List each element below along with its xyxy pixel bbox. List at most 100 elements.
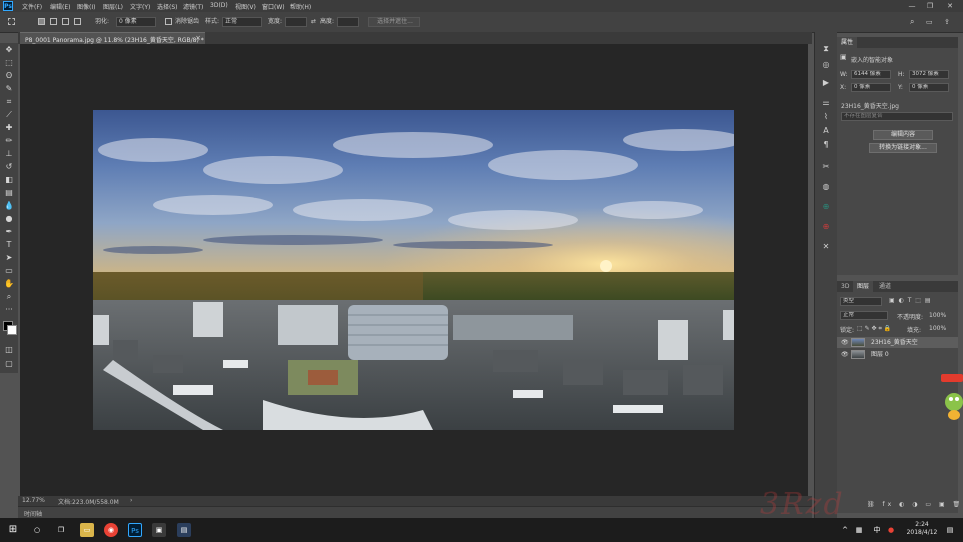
layer-comp-select[interactable]: 不存在图层复合	[841, 112, 953, 121]
notification-center-icon[interactable]: ▤	[944, 523, 956, 537]
close-icon[interactable]: ✕	[943, 1, 957, 11]
menu-layer[interactable]: 图层(L)	[103, 2, 123, 11]
status-menu-arrow-icon[interactable]: ›	[130, 497, 132, 504]
tab-3d[interactable]: 3D	[837, 281, 853, 292]
file-explorer-icon[interactable]: ▭	[80, 523, 94, 537]
menu-edit[interactable]: 编辑(E)	[50, 2, 70, 11]
tray-network-icon[interactable]: ▦	[854, 523, 864, 537]
menu-filter[interactable]: 滤镜(T)	[183, 2, 203, 11]
zoom-level[interactable]: 12.77%	[22, 497, 45, 504]
style-select[interactable]: 正常	[222, 17, 262, 27]
quick-mask-icon[interactable]: ◫	[4, 345, 14, 355]
swap-icon[interactable]: ⇄	[311, 17, 316, 27]
quick-select-tool-icon[interactable]: ✎	[4, 84, 14, 94]
photoshop-logo-icon[interactable]: Ps	[3, 1, 13, 11]
width-input[interactable]	[285, 17, 307, 27]
move-tool-icon[interactable]: ✥	[4, 45, 14, 55]
photoshop-taskbar-icon[interactable]: Ps	[128, 523, 142, 537]
pen-tool-icon[interactable]: ✒	[4, 227, 14, 237]
tray-chevron-icon[interactable]: ^	[840, 523, 850, 537]
brush-tool-icon[interactable]: ✏	[4, 136, 14, 146]
new-selection-icon[interactable]	[38, 18, 45, 25]
layer-kind-filter[interactable]: 类型	[840, 297, 882, 306]
ime-indicator[interactable]: 中	[872, 523, 882, 537]
fill-value[interactable]: 100%	[929, 325, 946, 332]
paragraph-panel-icon[interactable]: ¶	[821, 140, 831, 150]
more-tools-icon[interactable]: ···	[4, 305, 14, 315]
lasso-tool-icon[interactable]: ʘ	[4, 71, 14, 81]
layer-filter-icons[interactable]: ▣ ◐ T ⬚ ▤	[889, 297, 932, 304]
history-panel-icon[interactable]: ⧗	[821, 44, 831, 54]
layer-row-selected[interactable]: 👁 23H16_黄昏天空	[837, 337, 958, 348]
plugin-c-icon[interactable]: ✕	[821, 242, 831, 252]
hand-tool-icon[interactable]: ✋	[4, 279, 14, 289]
path-select-tool-icon[interactable]: ➤	[4, 253, 14, 263]
feather-input[interactable]: 0 像素	[116, 17, 156, 27]
eraser-tool-icon[interactable]: ◧	[4, 175, 14, 185]
y-field[interactable]: 0 像素	[909, 83, 949, 92]
antialias-checkbox[interactable]	[165, 18, 172, 25]
height-input[interactable]	[337, 17, 359, 27]
visibility-eye-icon[interactable]: 👁	[841, 349, 849, 360]
maximize-icon[interactable]: ❐	[923, 1, 937, 11]
layer-footer-icons[interactable]: ⛓ fx ◐ ◑ ▭ ▣ 🗑	[867, 501, 963, 508]
healing-brush-tool-icon[interactable]: ✚	[4, 123, 14, 133]
menu-window[interactable]: 窗口(W)	[262, 2, 285, 11]
app-taskbar-icon[interactable]: ▣	[152, 523, 166, 537]
menu-help[interactable]: 帮助(H)	[290, 2, 311, 11]
lock-icons[interactable]: ⬚ ✎ ✥ ⌗ 🔒	[857, 325, 891, 333]
background-color-swatch[interactable]	[7, 325, 17, 335]
menu-file[interactable]: 文件(F)	[22, 2, 42, 11]
tab-layers[interactable]: 图层	[853, 281, 874, 292]
crop-tool-icon[interactable]: ⌗	[4, 97, 14, 107]
layer-row[interactable]: 👁 图层 0	[837, 349, 958, 360]
menu-image[interactable]: 图像(I)	[77, 2, 95, 11]
adjustments-panel-icon[interactable]: ⚌	[821, 98, 831, 108]
plugin-panel-icon[interactable]: ◍	[821, 182, 831, 192]
gradient-tool-icon[interactable]: ▤	[4, 188, 14, 198]
edit-contents-button[interactable]: 编辑内容	[873, 130, 933, 140]
windows-start-icon[interactable]: ⊞	[6, 523, 20, 537]
opacity-value[interactable]: 100%	[929, 312, 946, 319]
width-field[interactable]: 6144 像素	[851, 70, 891, 79]
marquee-tool-icon[interactable]: ⬚	[4, 58, 14, 68]
x-field[interactable]: 0 像素	[851, 83, 891, 92]
intersect-selection-icon[interactable]	[74, 18, 81, 25]
menu-view[interactable]: 视图(V)	[235, 2, 256, 11]
marquee-tool-icon[interactable]	[8, 18, 15, 25]
menu-select[interactable]: 选择(S)	[157, 2, 178, 11]
visibility-eye-icon[interactable]: 👁	[841, 337, 849, 348]
search-icon[interactable]: ○	[30, 523, 44, 537]
brush-panel-icon[interactable]: ⌇	[821, 112, 831, 122]
minimize-icon[interactable]: —	[905, 1, 919, 11]
convert-to-linked-button[interactable]: 转换为链接对象...	[869, 143, 937, 153]
eyedropper-tool-icon[interactable]: ⟋	[4, 110, 14, 120]
screen-mode-icon[interactable]: ▢	[4, 359, 14, 369]
character-panel-icon[interactable]: A	[821, 126, 831, 136]
tab-properties[interactable]: 属性	[837, 37, 858, 48]
task-view-icon[interactable]: ❐	[54, 523, 68, 537]
timeline-tab[interactable]: 时间轴	[24, 509, 42, 518]
tab-channels[interactable]: 通道	[875, 281, 895, 292]
panorama-image[interactable]	[93, 110, 734, 430]
menu-type[interactable]: 文字(Y)	[130, 2, 150, 11]
add-selection-icon[interactable]	[50, 18, 57, 25]
subtract-selection-icon[interactable]	[62, 18, 69, 25]
blur-tool-icon[interactable]: 💧	[4, 201, 14, 211]
history-brush-tool-icon[interactable]: ↺	[4, 162, 14, 172]
media-taskbar-icon[interactable]: ▤	[177, 523, 191, 537]
height-field[interactable]: 3072 像素	[909, 70, 949, 79]
chrome-icon[interactable]: ◉	[104, 523, 118, 537]
tray-app-icon[interactable]: ●	[886, 523, 896, 537]
dodge-tool-icon[interactable]: ●	[4, 214, 14, 224]
rectangle-tool-icon[interactable]: ▭	[4, 266, 14, 276]
menu-3d[interactable]: 3D(D)	[210, 2, 228, 9]
share-icon[interactable]: ⇪	[944, 17, 950, 27]
type-tool-icon[interactable]: T	[4, 240, 14, 250]
plugin-a-icon[interactable]: ⊕	[821, 202, 831, 212]
search-icon[interactable]: ⌕	[910, 17, 914, 27]
tools-preset-icon[interactable]: ✂	[821, 162, 831, 172]
zoom-tool-icon[interactable]: ⌕	[4, 292, 14, 302]
blend-mode-select[interactable]: 正常	[840, 311, 888, 320]
actions-panel-icon[interactable]: ▶	[821, 78, 831, 88]
